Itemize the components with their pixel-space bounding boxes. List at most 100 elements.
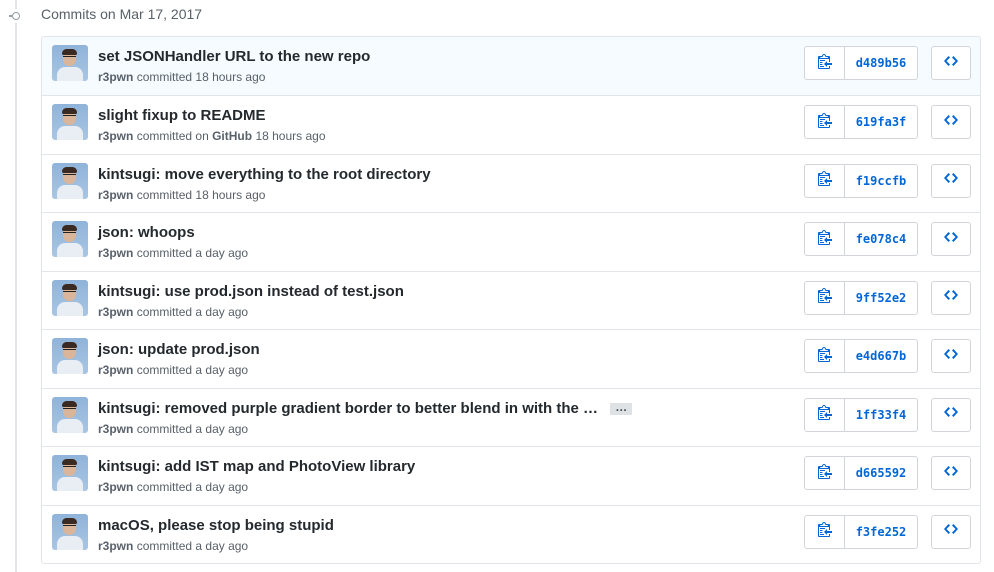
commit-message-link[interactable]: json: whoops xyxy=(98,224,195,241)
browse-repo-button[interactable] xyxy=(931,456,971,490)
commit-message-link[interactable]: kintsugi: move everything to the root di… xyxy=(98,166,431,183)
avatar[interactable] xyxy=(52,162,88,199)
git-commit-icon xyxy=(9,9,23,23)
copy-sha-button[interactable] xyxy=(805,164,845,197)
browse-repo-button[interactable] xyxy=(931,339,971,373)
sha-button-group: d489b56 xyxy=(804,46,918,80)
copy-sha-button[interactable] xyxy=(805,106,845,138)
commit-title[interactable]: kintsugi: move everything to the root di… xyxy=(98,166,431,183)
commit-sha-link[interactable]: 619fa3f xyxy=(845,106,917,138)
commit-group-title: Commits on Mar 17, 2017 xyxy=(41,6,203,22)
commit-title[interactable]: slight fixup to README xyxy=(98,107,266,124)
commit-title[interactable]: set JSONHandler URL to the new repo xyxy=(98,48,370,65)
committed-label: committed xyxy=(136,187,193,202)
commit-sha-link[interactable]: 1ff33f4 xyxy=(845,399,917,431)
browse-repo-button[interactable] xyxy=(931,280,971,315)
on-label: on xyxy=(195,129,209,143)
code-icon xyxy=(944,229,958,250)
expand-message-button[interactable]: … xyxy=(610,401,633,415)
browse-repo-button[interactable] xyxy=(931,397,971,432)
commit-sha-link[interactable]: f3fe252 xyxy=(845,516,917,548)
committed-label: committed xyxy=(136,129,193,143)
commit-message-link[interactable]: kintsugi: removed purple gradient border… xyxy=(98,400,598,417)
clippy-icon xyxy=(817,463,832,484)
commit-sha-link[interactable]: d665592 xyxy=(845,457,917,489)
copy-sha-button[interactable] xyxy=(805,47,845,79)
commit-author-link[interactable]: r3pwn xyxy=(98,246,133,260)
commit-author-link[interactable]: r3pwn xyxy=(98,70,133,84)
commit-meta: r3pwn committed a day ago xyxy=(98,246,248,260)
sha-button-group: 9ff52e2 xyxy=(804,280,918,315)
commit-message-link[interactable]: set JSONHandler URL to the new repo xyxy=(98,48,370,65)
commit-sha-link[interactable]: e4d667b xyxy=(845,340,917,372)
avatar[interactable] xyxy=(52,279,88,316)
copy-sha-button[interactable] xyxy=(805,281,845,314)
commit-author-link[interactable]: r3pwn xyxy=(98,363,133,377)
avatar[interactable] xyxy=(52,221,88,257)
commit-meta: r3pwn committed 18 hours ago xyxy=(98,70,265,84)
commit-sha-link[interactable]: 9ff52e2 xyxy=(845,282,917,314)
timeline-line xyxy=(15,0,17,572)
copy-sha-button[interactable] xyxy=(805,398,845,431)
clippy-icon xyxy=(817,346,832,367)
code-icon xyxy=(944,53,958,74)
commit-row: json: update prod.json r3pwn committed a… xyxy=(42,329,980,388)
avatar[interactable] xyxy=(52,513,88,550)
committed-label: committed xyxy=(136,538,193,553)
committed-label: committed xyxy=(136,421,193,436)
code-icon xyxy=(944,521,958,542)
avatar[interactable] xyxy=(52,338,88,374)
commit-title[interactable]: kintsugi: removed purple gradient border… xyxy=(98,400,633,417)
commit-group-header: Commits on Mar 17, 2017 xyxy=(0,0,994,32)
copy-sha-button[interactable] xyxy=(805,457,845,489)
relative-time: a day ago xyxy=(195,304,249,319)
commit-author-link[interactable]: r3pwn xyxy=(98,480,133,494)
browse-repo-button[interactable] xyxy=(931,222,971,256)
commit-message-link[interactable]: macOS, please stop being stupid xyxy=(98,517,334,534)
commit-sha-link[interactable]: d489b56 xyxy=(845,47,917,79)
commit-author-link[interactable]: r3pwn xyxy=(98,422,133,436)
sha-button-group: f3fe252 xyxy=(804,514,918,549)
clippy-icon xyxy=(817,53,832,74)
commit-message-link[interactable]: json: update prod.json xyxy=(98,341,260,358)
code-icon xyxy=(944,170,958,191)
commit-message-link[interactable]: kintsugi: add IST map and PhotoView libr… xyxy=(98,458,415,475)
avatar[interactable] xyxy=(52,396,88,433)
commit-title[interactable]: json: whoops xyxy=(98,224,195,241)
browse-repo-button[interactable] xyxy=(931,46,971,80)
commit-sha-link[interactable]: f19ccfb xyxy=(845,165,917,197)
clippy-icon xyxy=(817,229,832,250)
commit-row: slight fixup to README r3pwn committed o… xyxy=(42,95,980,154)
commit-title[interactable]: kintsugi: add IST map and PhotoView libr… xyxy=(98,458,415,475)
copy-sha-button[interactable] xyxy=(805,340,845,372)
sha-button-group: d665592 xyxy=(804,456,918,490)
commit-title[interactable]: macOS, please stop being stupid xyxy=(98,517,334,534)
commit-sha-link[interactable]: fe078c4 xyxy=(845,223,917,255)
commit-title[interactable]: kintsugi: use prod.json instead of test.… xyxy=(98,283,404,300)
commit-message-link[interactable]: slight fixup to README xyxy=(98,107,266,124)
clippy-icon xyxy=(817,287,832,308)
commit-author-link[interactable]: r3pwn xyxy=(98,188,133,202)
committed-label: committed xyxy=(136,304,193,319)
avatar[interactable] xyxy=(52,104,88,140)
browse-repo-button[interactable] xyxy=(931,163,971,198)
commit-title[interactable]: json: update prod.json xyxy=(98,341,260,358)
browse-repo-button[interactable] xyxy=(931,514,971,549)
clippy-icon xyxy=(817,404,832,425)
avatar[interactable] xyxy=(52,455,88,491)
code-icon xyxy=(944,404,958,425)
commit-author-link[interactable]: r3pwn xyxy=(98,539,133,553)
avatar[interactable] xyxy=(52,45,88,81)
commit-message-link[interactable]: kintsugi: use prod.json instead of test.… xyxy=(98,283,404,300)
commit-meta: r3pwn committed on GitHub 18 hours ago xyxy=(98,129,326,143)
sha-button-group: f19ccfb xyxy=(804,163,918,198)
relative-time: a day ago xyxy=(195,246,249,260)
copy-sha-button[interactable] xyxy=(805,515,845,548)
committed-label: committed xyxy=(136,363,193,377)
commit-row: set JSONHandler URL to the new repo r3pw… xyxy=(42,37,980,95)
code-icon xyxy=(944,112,958,133)
commit-author-link[interactable]: r3pwn xyxy=(98,305,133,319)
commit-author-link[interactable]: r3pwn xyxy=(98,129,133,143)
copy-sha-button[interactable] xyxy=(805,223,845,255)
browse-repo-button[interactable] xyxy=(931,105,971,139)
